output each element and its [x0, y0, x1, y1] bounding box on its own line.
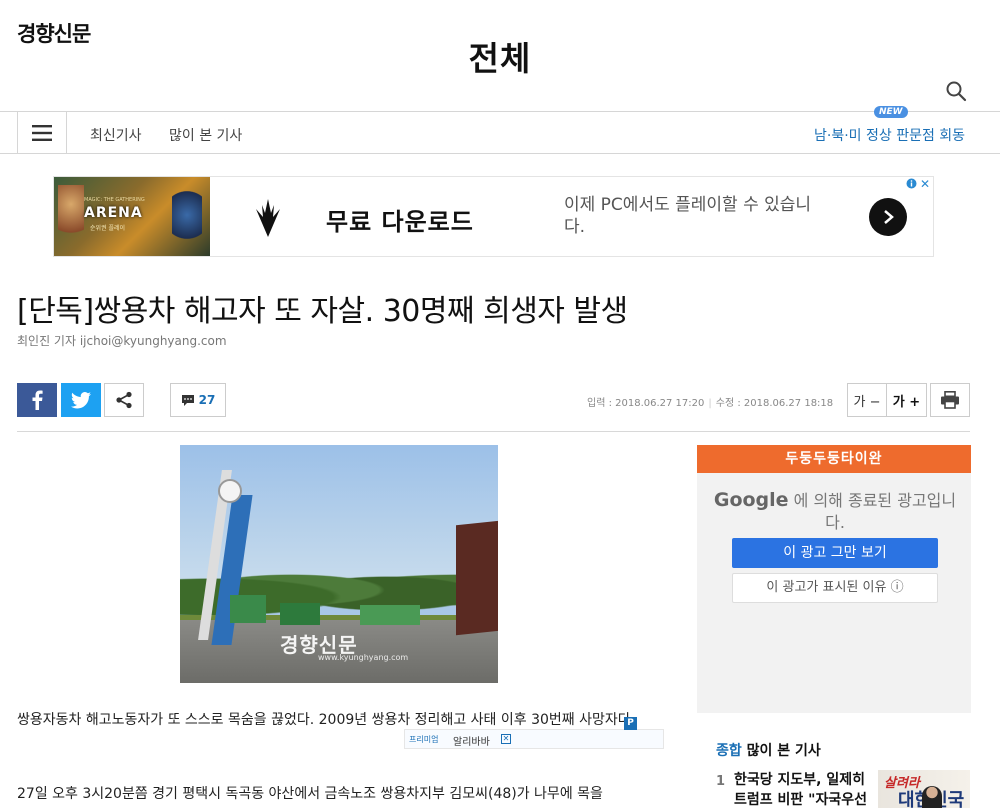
inline-ad[interactable]: 프리미엄 알리바바 ✕ P — [404, 717, 664, 749]
ad-info-icon[interactable] — [906, 178, 917, 192]
twitter-icon — [71, 391, 91, 408]
ad-hero-figure-2 — [172, 191, 202, 251]
font-increase-button[interactable]: 가 + — [887, 383, 927, 417]
twitter-share-button[interactable] — [61, 383, 101, 417]
inline-ad-p-icon[interactable]: P — [624, 717, 637, 730]
why-ad-button[interactable]: 이 광고가 표시된 이유 ⓘ — [732, 573, 938, 603]
date-published: 입력 : 2018.06.27 17:20 — [587, 398, 705, 409]
popular-category[interactable]: 종합 — [716, 743, 742, 759]
inline-ad-tag: 프리미엄 — [409, 735, 439, 744]
popular-heading: 많이 본 기사 — [746, 743, 821, 759]
new-badge: NEW — [874, 106, 908, 118]
ad-image-subtext: 순위권 플레이 — [90, 225, 126, 232]
sidebar-ad[interactable]: 두둥두둥타이완 Google 에 의해 종료된 광고입니다. 이 광고 그만 보… — [697, 445, 971, 713]
print-button[interactable] — [930, 383, 970, 417]
share-button[interactable] — [104, 383, 144, 417]
photo-sign — [456, 520, 498, 636]
popular-rank: 1 — [716, 774, 726, 789]
facebook-icon — [32, 390, 43, 410]
article-photo[interactable]: 경향신문 www.kyunghyang.com — [180, 445, 498, 683]
search-icon — [946, 81, 967, 102]
planeswalker-icon — [256, 199, 280, 237]
popular-articles-title: 종합 많이 본 기사 — [716, 740, 821, 760]
nav-hot-topic[interactable]: 남·북·미 정상 판문점 회동 — [814, 125, 965, 145]
ad-closed-message: Google 에 의해 종료된 광고입니다. — [707, 489, 963, 534]
sidebar-ad-banner[interactable]: 두둥두둥타이완 — [697, 445, 971, 473]
person-figure — [922, 786, 942, 808]
ad-go-button[interactable] — [869, 198, 907, 236]
comment-button[interactable]: 27 — [170, 383, 226, 417]
clock-icon — [218, 479, 242, 503]
photo-tent — [360, 605, 420, 625]
nav-latest-articles[interactable]: 최신기사 — [90, 125, 142, 145]
inline-ad-close-icon[interactable]: ✕ — [501, 734, 511, 744]
comment-icon — [181, 394, 194, 406]
article-divider — [17, 431, 970, 432]
stop-ad-button[interactable]: 이 광고 그만 보기 — [732, 538, 938, 568]
ad-closed-text: 에 의해 종료된 광고입니다. — [793, 491, 957, 532]
ad-hero-figure — [58, 185, 84, 249]
ad-description: 이제 PC에서도 플레이할 수 있습니다. — [564, 195, 812, 237]
article-paragraph: 27일 오후 3시20분쯤 경기 평택시 독곡동 야산에서 금속노조 쌍용차지부… — [17, 786, 603, 802]
share-icon — [116, 391, 132, 409]
date-modified: 수정 : 2018.06.27 18:18 — [715, 398, 834, 409]
inline-ad-name[interactable]: 알리바바 — [453, 733, 490, 748]
facebook-share-button[interactable] — [17, 383, 57, 417]
google-logo: Google — [713, 489, 789, 511]
hamburger-icon — [32, 124, 52, 141]
font-decrease-button[interactable]: 가 − — [847, 383, 887, 417]
ad-headline[interactable]: 무료 다운로드 — [326, 202, 474, 237]
ad-close-icon[interactable]: ✕ — [920, 177, 930, 191]
popular-item-title[interactable]: 한국당 지도부, 일제히 트럼프 비판 "자국우선 — [734, 770, 874, 808]
search-button[interactable] — [944, 79, 968, 103]
ad-image[interactable]: MAGIC: THE GATHERING ARENA 순위권 플레이 — [54, 177, 210, 256]
navigation-bar: 최신기사 많이 본 기사 NEW 남·북·미 정상 판문점 회동 — [0, 106, 1000, 154]
chevron-right-icon — [884, 210, 894, 224]
photo-tent — [280, 603, 320, 625]
printer-icon — [941, 391, 959, 409]
popular-item-thumbnail[interactable]: 살려라 대한민국 — [878, 770, 970, 808]
article-dates: 입력 : 2018.06.27 17:20 | 수정 : 2018.06.27 18… — [587, 398, 834, 409]
menu-button[interactable] — [17, 112, 67, 153]
photo-tent — [230, 595, 266, 623]
article-byline[interactable]: 최인진 기자 ijchoi@kyunghyang.com — [17, 332, 227, 349]
section-title: 전체 — [468, 39, 532, 78]
ad-image-top-text: MAGIC: THE GATHERING — [84, 197, 145, 203]
article-headline: [단독]쌍용차 해고자 또 자살. 30명째 희생자 발생 — [17, 294, 628, 329]
ad-image-text: ARENA — [84, 205, 143, 221]
photo-watermark-url: www.kyunghyang.com — [318, 653, 409, 662]
banner-ad[interactable]: MAGIC: THE GATHERING ARENA 순위권 플레이 무료 다운… — [53, 176, 934, 257]
nav-most-viewed[interactable]: 많이 본 기사 — [169, 125, 242, 145]
comment-count: 27 — [198, 393, 216, 407]
